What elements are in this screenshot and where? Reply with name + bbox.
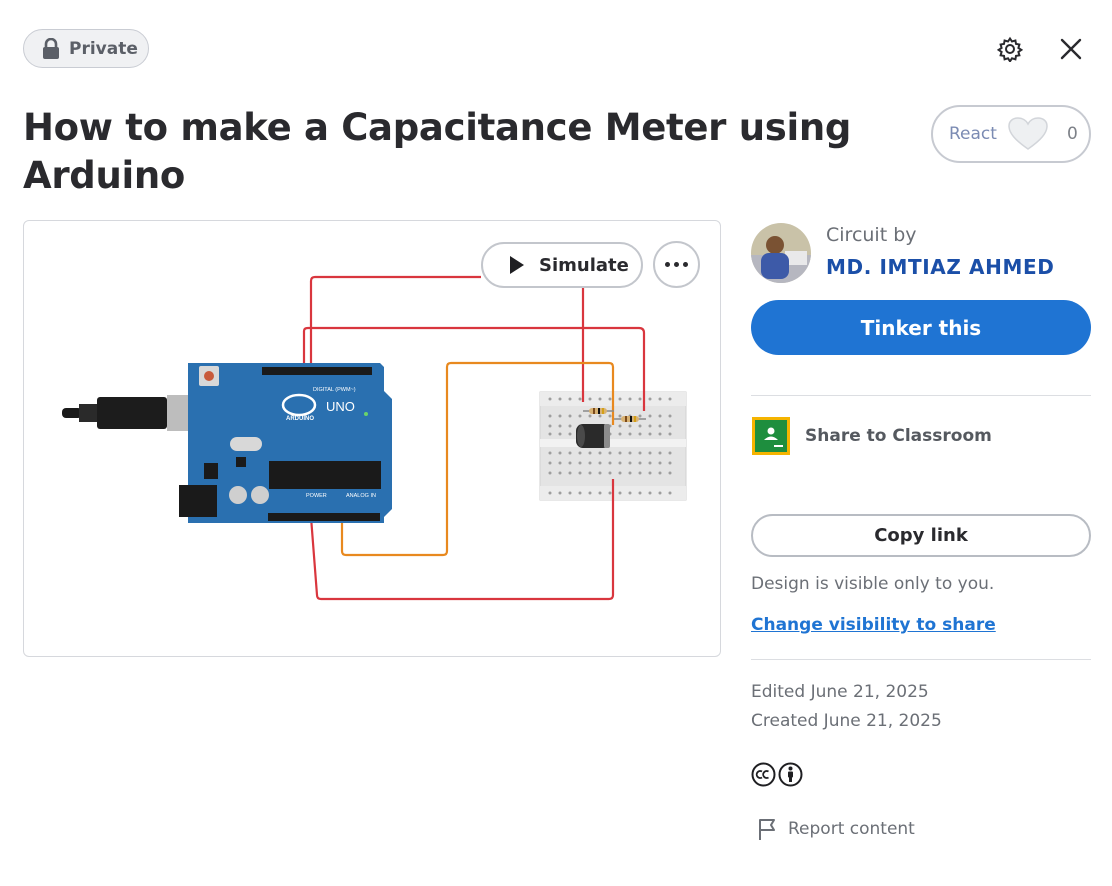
usb-cable	[62, 395, 203, 431]
created-date: Created June 21, 2025	[751, 711, 942, 731]
page-title: How to make a Capacitance Meter using Ar…	[23, 106, 852, 197]
privacy-label: Private	[69, 38, 138, 59]
report-content-link[interactable]: Report content	[757, 817, 915, 841]
settings-button[interactable]	[993, 32, 1027, 66]
tinker-button[interactable]: Tinker this	[751, 300, 1091, 355]
gear-icon	[997, 36, 1023, 62]
report-label: Report content	[788, 819, 915, 839]
copy-link-button[interactable]: Copy link	[751, 514, 1091, 557]
simulate-button[interactable]: Simulate	[481, 242, 643, 288]
simulate-label: Simulate	[539, 254, 629, 276]
wire-red-top	[309, 275, 481, 371]
capacitor	[576, 424, 610, 448]
react-button[interactable]: React 0	[931, 105, 1091, 163]
cc-icon	[751, 762, 776, 787]
lock-icon	[42, 37, 60, 60]
play-icon	[509, 255, 525, 275]
share-to-classroom[interactable]: Share to Classroom	[751, 416, 992, 456]
board-analog-label: ANALOG IN	[346, 493, 376, 499]
close-button[interactable]	[1054, 32, 1088, 66]
edited-date: Edited June 21, 2025	[751, 682, 929, 702]
board-digital-label: DIGITAL (PWM~)	[313, 387, 356, 393]
board-power-label: POWER	[306, 493, 327, 499]
divider	[751, 395, 1091, 396]
by-icon	[778, 762, 803, 787]
board-brand-text: ARDUINO	[286, 416, 314, 422]
author-name[interactable]: MD. IMTIAZ AHMED	[826, 255, 1054, 279]
circuit-preview[interactable]: UNO ARDUINO DIGITAL (PWM~) POWER ANALOG …	[23, 220, 721, 657]
arduino-board: UNO ARDUINO DIGITAL (PWM~) POWER ANALOG …	[179, 363, 392, 523]
privacy-badge[interactable]: Private	[23, 29, 149, 68]
change-visibility-link[interactable]: Change visibility to share	[751, 615, 996, 635]
visibility-note: Design is visible only to you.	[751, 574, 995, 594]
react-count: 0	[1066, 124, 1078, 144]
heart-icon	[1007, 116, 1049, 152]
avatar[interactable]	[751, 223, 811, 283]
close-icon	[1060, 38, 1082, 60]
more-button[interactable]	[653, 241, 700, 288]
author-caption: Circuit by	[826, 224, 917, 246]
classroom-icon	[751, 416, 791, 456]
license[interactable]	[751, 762, 803, 787]
board-logo-text: UNO	[326, 399, 355, 414]
more-icon	[665, 262, 688, 267]
react-label: React	[949, 124, 997, 144]
flag-icon	[757, 817, 779, 841]
classroom-label: Share to Classroom	[805, 426, 992, 446]
divider	[751, 659, 1091, 660]
